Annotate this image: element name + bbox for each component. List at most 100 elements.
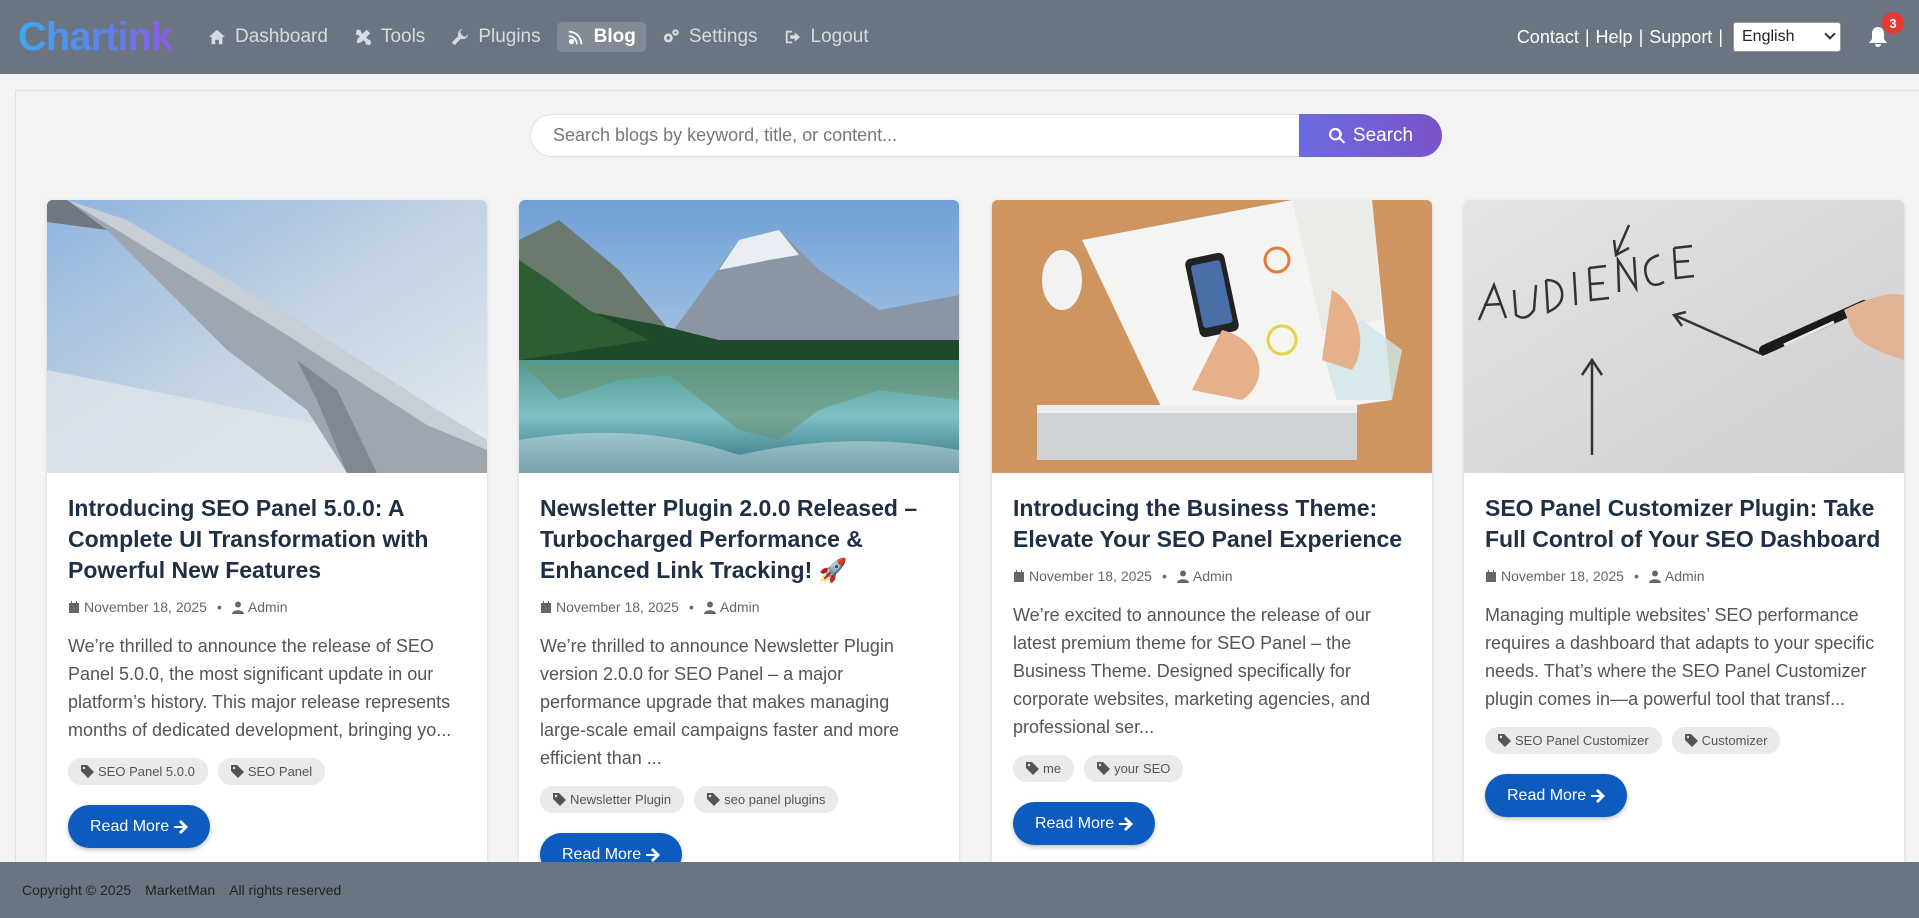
tag-chip[interactable]: SEO Panel <box>217 758 326 785</box>
tag-label: SEO Panel Customizer <box>1515 733 1649 748</box>
search-input[interactable] <box>530 114 1299 157</box>
blog-icon <box>568 30 582 45</box>
calendar-icon <box>69 600 79 613</box>
tag-icon <box>1498 734 1511 747</box>
arrow-right-icon <box>1591 788 1606 803</box>
post-meta: November 18, 2025 • Admin <box>68 598 466 616</box>
arrow-right-icon <box>1119 816 1134 831</box>
post-tags: Newsletter Plugin seo panel plugins <box>540 786 938 813</box>
tag-label: your SEO <box>1114 761 1171 776</box>
post-image[interactable] <box>519 200 959 473</box>
tag-label: Customizer <box>1701 733 1768 748</box>
blog-card: Introducing the Business Theme: Elevate … <box>992 200 1432 890</box>
gears-icon <box>663 29 679 43</box>
nav-item-settings[interactable]: Settings <box>652 22 768 52</box>
tag-label: me <box>1043 761 1062 776</box>
post-title[interactable]: Introducing SEO Panel 5.0.0: A Complete … <box>68 493 466 586</box>
read-more-button[interactable]: Read More <box>1013 802 1156 845</box>
post-meta: November 18, 2025 • Admin <box>1485 567 1883 585</box>
header-links: Contact | Help | Support | <box>1517 22 1729 52</box>
tag-chip[interactable]: Customizer <box>1671 727 1781 754</box>
notification-count-badge: 3 <box>1882 12 1904 34</box>
calendar-icon <box>541 600 551 613</box>
post-tags: SEO Panel 5.0.0 SEO Panel <box>68 758 466 785</box>
tag-chip[interactable]: your SEO <box>1084 755 1184 782</box>
tag-chip[interactable]: SEO Panel Customizer <box>1485 727 1662 754</box>
nav-item-blog[interactable]: Blog <box>556 22 646 52</box>
link-separator: | <box>1718 26 1723 47</box>
arrow-right-icon <box>646 847 661 862</box>
nav-item-label: Dashboard <box>235 26 328 47</box>
contact-link[interactable]: Contact <box>1517 27 1579 48</box>
nav-item-tools[interactable]: Tools <box>344 22 435 52</box>
post-title[interactable]: Introducing the Business Theme: Elevate … <box>1013 493 1411 555</box>
mountain-lake-photo <box>519 200 959 473</box>
read-more-button[interactable]: Read More <box>1485 774 1628 817</box>
card-body: Introducing SEO Panel 5.0.0: A Complete … <box>47 473 487 848</box>
tag-chip[interactable]: seo panel plugins <box>694 786 839 813</box>
post-date: November 18, 2025 <box>84 599 207 615</box>
nav-item-dashboard[interactable]: Dashboard <box>198 22 338 52</box>
post-excerpt: We’re thrilled to announce Newsletter Pl… <box>540 636 900 768</box>
post-author: Admin <box>247 599 288 615</box>
post-title[interactable]: SEO Panel Customizer Plugin: Take Full C… <box>1485 493 1883 555</box>
tag-icon <box>81 765 94 778</box>
tag-icon <box>1026 762 1039 775</box>
post-tags: me your SEO <box>1013 755 1411 782</box>
search-button[interactable]: Search <box>1299 114 1442 157</box>
meta-separator: • <box>1633 568 1639 584</box>
blog-card: SEO Panel Customizer Plugin: Take Full C… <box>1464 200 1904 890</box>
read-more-label: Read More <box>1507 786 1587 804</box>
blog-search: Search <box>530 114 1442 157</box>
tag-chip[interactable]: Newsletter Plugin <box>540 786 685 813</box>
link-separator: | <box>1638 26 1644 47</box>
nav-item-label: Settings <box>688 26 758 47</box>
user-icon <box>1176 570 1189 583</box>
footer-copyright: Copyright © 2025 <box>22 882 132 898</box>
user-icon <box>1648 570 1661 583</box>
post-date: November 18, 2025 <box>556 599 679 615</box>
tag-label: SEO Panel 5.0.0 <box>98 764 195 779</box>
post-meta: November 18, 2025 • Admin <box>540 598 938 616</box>
logout-icon <box>785 30 800 44</box>
language-value: English <box>1742 28 1795 45</box>
tag-chip[interactable]: SEO Panel 5.0.0 <box>68 758 208 785</box>
nav-item-logout[interactable]: Logout <box>774 22 879 52</box>
airplane-wing-photo <box>47 200 487 473</box>
post-image[interactable] <box>1464 200 1904 473</box>
post-date: November 18, 2025 <box>1501 568 1624 584</box>
post-image[interactable] <box>992 200 1432 473</box>
brand-logo[interactable]: Chartink <box>18 14 173 60</box>
nav-item-label: Plugins <box>478 26 541 47</box>
post-author: Admin <box>1192 568 1233 584</box>
post-title[interactable]: Newsletter Plugin 2.0.0 Released – Turbo… <box>540 493 938 586</box>
post-image[interactable] <box>47 200 487 473</box>
footer: Copyright © 2025 MarketMan All rights re… <box>0 862 1919 918</box>
audience-whiteboard-photo <box>1464 200 1904 473</box>
meta-separator: • <box>216 599 222 615</box>
language-select[interactable]: English <box>1733 22 1841 52</box>
tag-icon <box>1097 762 1111 775</box>
arrow-right-icon <box>174 819 189 834</box>
calendar-icon <box>1486 569 1496 582</box>
support-link[interactable]: Support <box>1649 27 1712 48</box>
card-body: Newsletter Plugin 2.0.0 Released – Turbo… <box>519 473 959 876</box>
tag-label: Newsletter Plugin <box>570 792 672 807</box>
read-more-label: Read More <box>90 817 170 835</box>
footer-company: MarketMan <box>145 882 216 898</box>
tag-icon <box>553 793 566 806</box>
nav-item-plugins[interactable]: Plugins <box>441 22 550 52</box>
read-more-label: Read More <box>562 845 642 863</box>
read-more-button[interactable]: Read More <box>68 805 211 848</box>
tag-label: seo panel plugins <box>724 792 826 807</box>
footer-rights: All rights reserved <box>229 882 342 898</box>
post-meta: November 18, 2025 • Admin <box>1013 567 1411 585</box>
tag-chip[interactable]: me <box>1013 755 1075 782</box>
tag-icon <box>230 765 244 778</box>
post-excerpt: We’re thrilled to announce the release o… <box>68 636 452 740</box>
help-link[interactable]: Help <box>1596 27 1633 48</box>
nav-item-label: Logout <box>810 26 869 47</box>
tag-label: SEO Panel <box>247 764 313 779</box>
home-icon <box>208 29 226 45</box>
card-body: SEO Panel Customizer Plugin: Take Full C… <box>1464 473 1904 817</box>
